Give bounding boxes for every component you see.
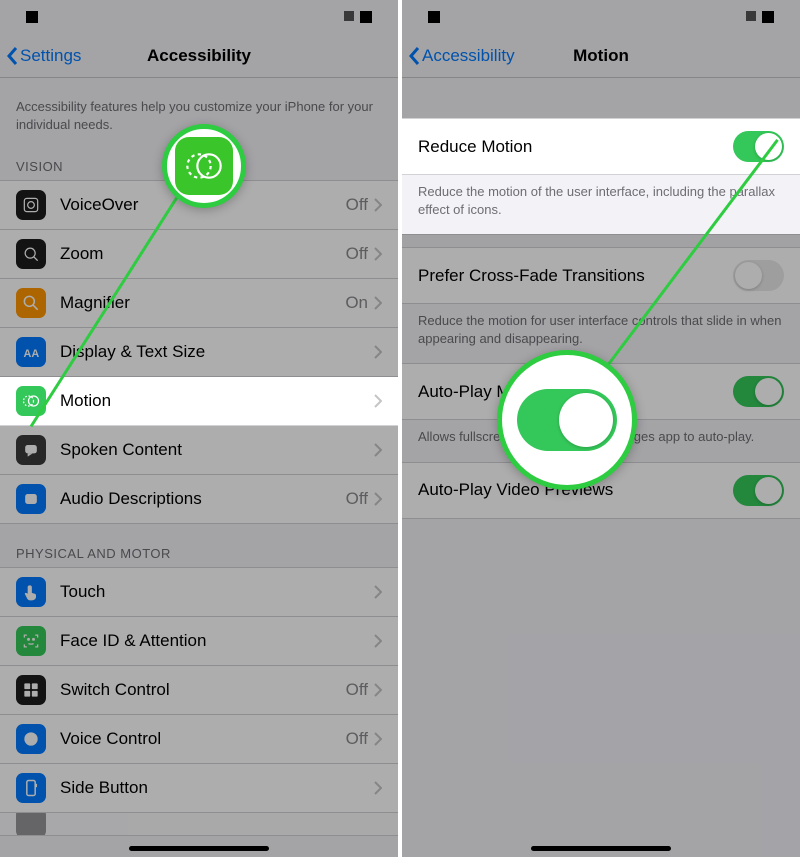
voiceover-icon	[16, 190, 46, 220]
row-value: Off	[346, 489, 368, 509]
apple-tv-remote-icon	[16, 813, 46, 835]
chevron-right-icon	[374, 781, 382, 795]
row-label: Motion	[60, 391, 374, 411]
status-indicator-icon	[428, 11, 440, 23]
highlight-toggle-on	[497, 350, 637, 490]
chevron-right-icon	[374, 683, 382, 697]
spoken-content-icon	[16, 435, 46, 465]
touch-icon	[16, 577, 46, 607]
chevron-right-icon	[374, 198, 382, 212]
motion-settings-screen: Accessibility Motion Reduce Motion Reduc…	[402, 0, 800, 857]
row-footer: Reduce the motion for user interface con…	[402, 304, 800, 363]
status-bar	[402, 0, 800, 34]
status-indicator-icon	[762, 11, 774, 23]
status-indicator-icon	[746, 11, 756, 21]
faceid-icon	[16, 626, 46, 656]
status-indicator-icon	[26, 11, 38, 23]
row-motion[interactable]: Motion	[0, 377, 398, 426]
section-header-motor: PHYSICAL AND MOTOR	[0, 524, 398, 567]
row-label: Audio Descriptions	[60, 489, 346, 509]
row-faceid[interactable]: Face ID & Attention	[0, 617, 398, 666]
row-label: Face ID & Attention	[60, 631, 374, 651]
nav-bar: Settings Accessibility	[0, 34, 398, 78]
text-size-icon: AA	[16, 337, 46, 367]
row-apple-tv-remote[interactable]	[0, 813, 398, 835]
chevron-right-icon	[374, 247, 382, 261]
reduce-motion-toggle[interactable]	[733, 131, 784, 162]
status-indicator-icon	[344, 11, 354, 21]
row-side-button[interactable]: Side Button	[0, 764, 398, 813]
home-indicator[interactable]	[129, 846, 269, 851]
voice-control-icon	[16, 724, 46, 754]
row-value: Off	[346, 244, 368, 264]
row-switch-control[interactable]: Switch Control Off	[0, 666, 398, 715]
row-value: Off	[346, 680, 368, 700]
status-bar	[0, 0, 398, 34]
row-reduce-motion[interactable]: Reduce Motion	[402, 118, 800, 175]
row-label: Voice Control	[60, 729, 346, 749]
row-label: Zoom	[60, 244, 346, 264]
chevron-right-icon	[374, 634, 382, 648]
home-indicator[interactable]	[531, 846, 671, 851]
row-label: Prefer Cross-Fade Transitions	[418, 266, 645, 286]
toggle-on-icon	[517, 389, 617, 451]
row-zoom[interactable]: Zoom Off	[0, 230, 398, 279]
switch-control-icon	[16, 675, 46, 705]
status-indicator-icon	[360, 11, 372, 23]
row-cross-fade[interactable]: Prefer Cross-Fade Transitions	[402, 248, 800, 304]
zoom-icon	[16, 239, 46, 269]
page-title: Motion	[402, 46, 800, 66]
side-button-icon	[16, 773, 46, 803]
row-label: Reduce Motion	[418, 137, 532, 157]
auto-play-message-effects-toggle[interactable]	[733, 376, 784, 407]
row-label: Touch	[60, 582, 374, 602]
row-label: Switch Control	[60, 680, 346, 700]
row-footer: Reduce the motion of the user interface,…	[402, 175, 800, 234]
svg-text:AA: AA	[24, 348, 40, 360]
row-magnifier[interactable]: Magnifier On	[0, 279, 398, 328]
chevron-right-icon	[374, 585, 382, 599]
accessibility-settings-screen: Settings Accessibility Accessibility fea…	[0, 0, 398, 857]
audio-descriptions-icon	[16, 484, 46, 514]
row-value: Off	[346, 195, 368, 215]
chevron-right-icon	[374, 394, 382, 408]
row-label: Spoken Content	[60, 440, 374, 460]
row-touch[interactable]: Touch	[0, 568, 398, 617]
magnifier-icon	[16, 288, 46, 318]
highlight-motion-icon	[162, 124, 246, 208]
auto-play-video-previews-toggle[interactable]	[733, 475, 784, 506]
row-label: Display & Text Size	[60, 342, 374, 362]
row-voice-control[interactable]: Voice Control Off	[0, 715, 398, 764]
chevron-right-icon	[374, 345, 382, 359]
page-title: Accessibility	[0, 46, 398, 66]
cross-fade-toggle[interactable]	[733, 260, 784, 291]
row-value: On	[345, 293, 368, 313]
row-label: Side Button	[60, 778, 374, 798]
chevron-right-icon	[374, 443, 382, 457]
row-value: Off	[346, 729, 368, 749]
chevron-right-icon	[374, 296, 382, 310]
row-spoken-content[interactable]: Spoken Content	[0, 426, 398, 475]
chevron-right-icon	[374, 732, 382, 746]
row-display-text-size[interactable]: AA Display & Text Size	[0, 328, 398, 377]
nav-bar: Accessibility Motion	[402, 34, 800, 78]
chevron-right-icon	[374, 492, 382, 506]
row-audio-descriptions[interactable]: Audio Descriptions Off	[0, 475, 398, 523]
